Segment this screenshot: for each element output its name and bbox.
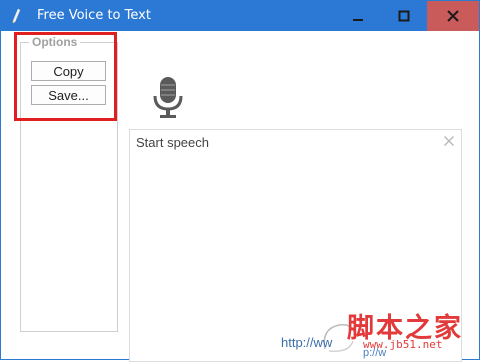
close-button[interactable]	[427, 1, 479, 31]
options-legend: Options	[29, 34, 81, 50]
app-window: Free Voice to Text Options Copy Save...	[0, 0, 480, 362]
maximize-icon	[398, 10, 410, 22]
watermark-site-text: www.jb51.net	[363, 338, 443, 351]
minimize-button[interactable]	[335, 1, 381, 31]
window-title: Free Voice to Text	[37, 8, 151, 23]
microphone-icon[interactable]	[151, 76, 185, 120]
copy-button[interactable]: Copy	[31, 61, 106, 81]
feather-pen-icon	[12, 8, 21, 24]
clear-x-icon[interactable]	[443, 135, 455, 147]
minimize-icon	[353, 19, 363, 21]
title-bar[interactable]: Free Voice to Text	[1, 1, 479, 31]
maximize-button[interactable]	[381, 1, 427, 31]
close-icon	[447, 10, 459, 22]
speech-text: Start speech	[136, 135, 209, 150]
watermark-url: http://ww	[281, 335, 333, 350]
options-group: Options Copy Save...	[20, 34, 118, 332]
save-button[interactable]: Save...	[31, 85, 106, 105]
